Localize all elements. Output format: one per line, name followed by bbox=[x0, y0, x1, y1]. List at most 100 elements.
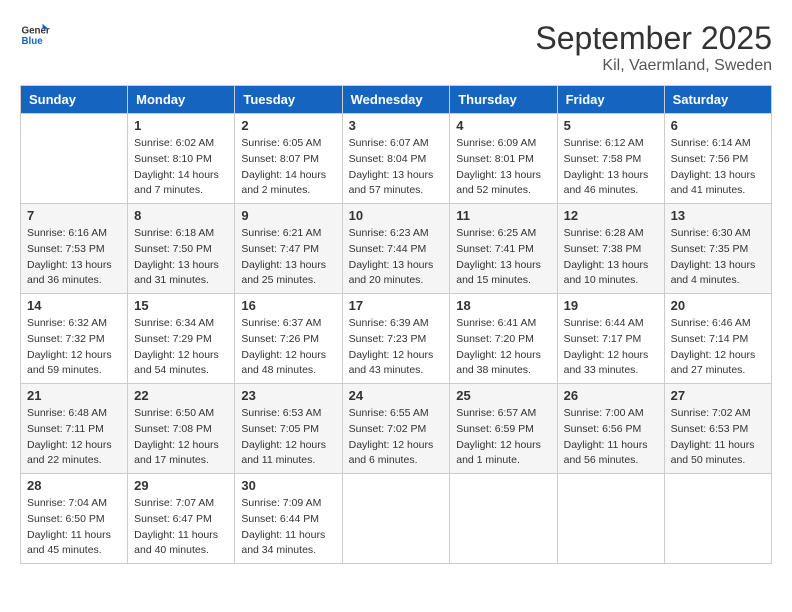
calendar-cell: 30Sunrise: 7:09 AM Sunset: 6:44 PM Dayli… bbox=[235, 474, 342, 564]
day-number: 25 bbox=[456, 388, 550, 403]
day-info: Sunrise: 7:07 AM Sunset: 6:47 PM Dayligh… bbox=[134, 496, 228, 559]
day-header-thursday: Thursday bbox=[450, 86, 557, 114]
calendar-cell: 6 Sunrise: 6:14 AM Sunset: 7:56 PM Daylig… bbox=[664, 114, 771, 204]
day-info: Sunrise: 7:00 AM Sunset: 6:56 PM Dayligh… bbox=[564, 406, 658, 469]
day-number: 8 bbox=[134, 208, 228, 223]
location-subtitle: Kil, Vaermland, Sweden bbox=[535, 57, 772, 75]
calendar-cell bbox=[557, 474, 664, 564]
day-number: 4 bbox=[456, 118, 550, 133]
day-header-wednesday: Wednesday bbox=[342, 86, 450, 114]
day-info: Sunrise: 6:44 AM Sunset: 7:17 PM Dayligh… bbox=[564, 316, 658, 379]
day-number: 24 bbox=[349, 388, 444, 403]
calendar-cell: 15 Sunrise: 6:34 AM Sunset: 7:29 PM Dayli… bbox=[128, 294, 235, 384]
logo: General Blue bbox=[20, 20, 50, 50]
day-number: 6 bbox=[671, 118, 765, 133]
calendar-table: SundayMondayTuesdayWednesdayThursdayFrid… bbox=[20, 85, 772, 564]
day-number: 9 bbox=[241, 208, 335, 223]
day-info: Sunrise: 6:07 AM Sunset: 8:04 PM Dayligh… bbox=[349, 136, 444, 199]
day-info: Sunrise: 6:05 AM Sunset: 8:07 PM Dayligh… bbox=[241, 136, 335, 199]
calendar-cell: 7 Sunrise: 6:16 AM Sunset: 7:53 PM Daylig… bbox=[21, 204, 128, 294]
day-number: 21 bbox=[27, 388, 121, 403]
day-info: Sunrise: 6:23 AM Sunset: 7:44 PM Dayligh… bbox=[349, 226, 444, 289]
calendar-cell: 4 Sunrise: 6:09 AM Sunset: 8:01 PM Daylig… bbox=[450, 114, 557, 204]
day-number: 23 bbox=[241, 388, 335, 403]
calendar-cell: 17 Sunrise: 6:39 AM Sunset: 7:23 PM Dayli… bbox=[342, 294, 450, 384]
calendar-cell: 9 Sunrise: 6:21 AM Sunset: 7:47 PM Daylig… bbox=[235, 204, 342, 294]
day-info: Sunrise: 7:02 AM Sunset: 6:53 PM Dayligh… bbox=[671, 406, 765, 469]
day-info: Sunrise: 6:55 AM Sunset: 7:02 PM Dayligh… bbox=[349, 406, 444, 469]
day-header-saturday: Saturday bbox=[664, 86, 771, 114]
day-info: Sunrise: 6:25 AM Sunset: 7:41 PM Dayligh… bbox=[456, 226, 550, 289]
day-info: Sunrise: 6:37 AM Sunset: 7:26 PM Dayligh… bbox=[241, 316, 335, 379]
day-number: 17 bbox=[349, 298, 444, 313]
day-info: Sunrise: 6:53 AM Sunset: 7:05 PM Dayligh… bbox=[241, 406, 335, 469]
calendar-cell: 1 Sunrise: 6:02 AM Sunset: 8:10 PM Daylig… bbox=[128, 114, 235, 204]
calendar-cell: 22 Sunrise: 6:50 AM Sunset: 7:08 PM Dayli… bbox=[128, 384, 235, 474]
calendar-body: 1 Sunrise: 6:02 AM Sunset: 8:10 PM Daylig… bbox=[21, 114, 772, 564]
calendar-week-3: 14Sunrise: 6:32 AM Sunset: 7:32 PM Dayli… bbox=[21, 294, 772, 384]
svg-text:Blue: Blue bbox=[22, 36, 44, 47]
day-number: 26 bbox=[564, 388, 658, 403]
day-info: Sunrise: 6:09 AM Sunset: 8:01 PM Dayligh… bbox=[456, 136, 550, 199]
calendar-header: SundayMondayTuesdayWednesdayThursdayFrid… bbox=[21, 86, 772, 114]
calendar-cell: 3 Sunrise: 6:07 AM Sunset: 8:04 PM Daylig… bbox=[342, 114, 450, 204]
calendar-cell: 19 Sunrise: 6:44 AM Sunset: 7:17 PM Dayli… bbox=[557, 294, 664, 384]
logo-icon: General Blue bbox=[20, 20, 50, 50]
title-area: September 2025 Kil, Vaermland, Sweden bbox=[535, 20, 772, 75]
day-number: 7 bbox=[27, 208, 121, 223]
day-number: 12 bbox=[564, 208, 658, 223]
day-info: Sunrise: 6:02 AM Sunset: 8:10 PM Dayligh… bbox=[134, 136, 228, 199]
calendar-cell: 11 Sunrise: 6:25 AM Sunset: 7:41 PM Dayli… bbox=[450, 204, 557, 294]
day-number: 18 bbox=[456, 298, 550, 313]
day-info: Sunrise: 6:12 AM Sunset: 7:58 PM Dayligh… bbox=[564, 136, 658, 199]
day-info: Sunrise: 6:21 AM Sunset: 7:47 PM Dayligh… bbox=[241, 226, 335, 289]
day-info: Sunrise: 7:04 AM Sunset: 6:50 PM Dayligh… bbox=[27, 496, 121, 559]
calendar-cell: 14Sunrise: 6:32 AM Sunset: 7:32 PM Dayli… bbox=[21, 294, 128, 384]
day-info: Sunrise: 6:50 AM Sunset: 7:08 PM Dayligh… bbox=[134, 406, 228, 469]
day-info: Sunrise: 6:57 AM Sunset: 6:59 PM Dayligh… bbox=[456, 406, 550, 469]
calendar-cell bbox=[342, 474, 450, 564]
calendar-cell: 12 Sunrise: 6:28 AM Sunset: 7:38 PM Dayli… bbox=[557, 204, 664, 294]
day-info: Sunrise: 6:14 AM Sunset: 7:56 PM Dayligh… bbox=[671, 136, 765, 199]
calendar-cell: 5 Sunrise: 6:12 AM Sunset: 7:58 PM Daylig… bbox=[557, 114, 664, 204]
day-info: Sunrise: 6:48 AM Sunset: 7:11 PM Dayligh… bbox=[27, 406, 121, 469]
day-number: 27 bbox=[671, 388, 765, 403]
calendar-week-2: 7 Sunrise: 6:16 AM Sunset: 7:53 PM Daylig… bbox=[21, 204, 772, 294]
day-number: 16 bbox=[241, 298, 335, 313]
calendar-cell: 2 Sunrise: 6:05 AM Sunset: 8:07 PM Daylig… bbox=[235, 114, 342, 204]
day-info: Sunrise: 6:34 AM Sunset: 7:29 PM Dayligh… bbox=[134, 316, 228, 379]
day-info: Sunrise: 6:30 AM Sunset: 7:35 PM Dayligh… bbox=[671, 226, 765, 289]
day-number: 20 bbox=[671, 298, 765, 313]
day-number: 2 bbox=[241, 118, 335, 133]
calendar-cell: 16 Sunrise: 6:37 AM Sunset: 7:26 PM Dayli… bbox=[235, 294, 342, 384]
day-info: Sunrise: 6:16 AM Sunset: 7:53 PM Dayligh… bbox=[27, 226, 121, 289]
calendar-cell: 26 Sunrise: 7:00 AM Sunset: 6:56 PM Dayli… bbox=[557, 384, 664, 474]
calendar-cell: 28 Sunrise: 7:04 AM Sunset: 6:50 PM Dayli… bbox=[21, 474, 128, 564]
day-info: Sunrise: 6:39 AM Sunset: 7:23 PM Dayligh… bbox=[349, 316, 444, 379]
calendar-cell bbox=[21, 114, 128, 204]
calendar-week-5: 28 Sunrise: 7:04 AM Sunset: 6:50 PM Dayli… bbox=[21, 474, 772, 564]
day-info: Sunrise: 6:41 AM Sunset: 7:20 PM Dayligh… bbox=[456, 316, 550, 379]
calendar-cell: 8Sunrise: 6:18 AM Sunset: 7:50 PM Daylig… bbox=[128, 204, 235, 294]
day-number: 28 bbox=[27, 478, 121, 493]
day-number: 22 bbox=[134, 388, 228, 403]
day-number: 11 bbox=[456, 208, 550, 223]
day-info: Sunrise: 6:28 AM Sunset: 7:38 PM Dayligh… bbox=[564, 226, 658, 289]
calendar-cell: 27 Sunrise: 7:02 AM Sunset: 6:53 PM Dayli… bbox=[664, 384, 771, 474]
day-info: Sunrise: 7:09 AM Sunset: 6:44 PM Dayligh… bbox=[241, 496, 335, 559]
day-number: 3 bbox=[349, 118, 444, 133]
day-info: Sunrise: 6:32 AM Sunset: 7:32 PM Dayligh… bbox=[27, 316, 121, 379]
day-number: 15 bbox=[134, 298, 228, 313]
day-number: 19 bbox=[564, 298, 658, 313]
calendar-cell: 20Sunrise: 6:46 AM Sunset: 7:14 PM Dayli… bbox=[664, 294, 771, 384]
page-header: General Blue September 2025 Kil, Vaermla… bbox=[20, 20, 772, 75]
calendar-cell: 21 Sunrise: 6:48 AM Sunset: 7:11 PM Dayli… bbox=[21, 384, 128, 474]
calendar-cell: 23 Sunrise: 6:53 AM Sunset: 7:05 PM Dayli… bbox=[235, 384, 342, 474]
month-title: September 2025 bbox=[535, 20, 772, 57]
day-number: 1 bbox=[134, 118, 228, 133]
calendar-cell bbox=[450, 474, 557, 564]
day-header-friday: Friday bbox=[557, 86, 664, 114]
day-number: 5 bbox=[564, 118, 658, 133]
day-header-monday: Monday bbox=[128, 86, 235, 114]
day-number: 29 bbox=[134, 478, 228, 493]
